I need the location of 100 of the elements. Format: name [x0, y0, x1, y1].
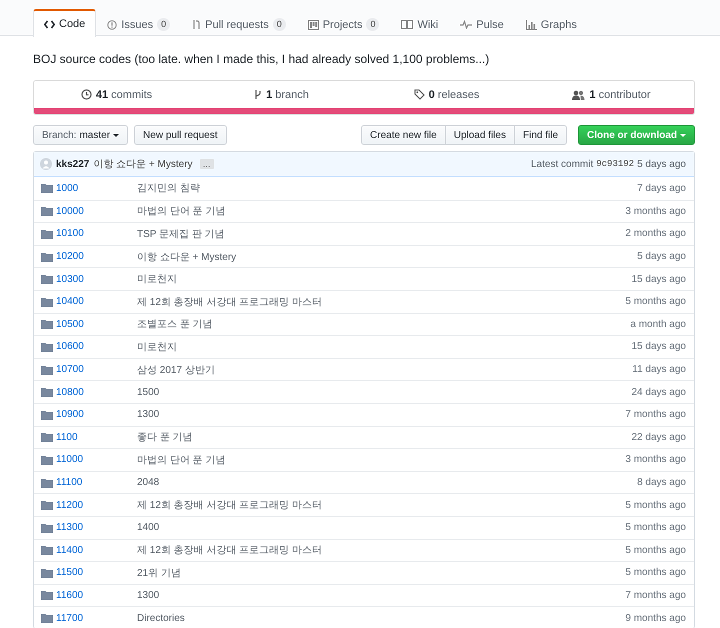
file-action-button[interactable]: Upload files [444, 125, 515, 145]
folder-link[interactable]: 10400 [56, 296, 84, 308]
file-age: 3 months ago [625, 206, 686, 217]
commit-message-link[interactable]: 1500 [137, 386, 632, 398]
folder-icon [41, 500, 53, 510]
branch-button[interactable]: Branch: master [33, 125, 128, 145]
folder-link[interactable]: 1100 [56, 432, 78, 443]
folder-link[interactable]: 10100 [56, 228, 84, 240]
count-badge: 0 [366, 18, 380, 31]
commit-message-link[interactable]: 1300 [137, 590, 626, 601]
folder-link[interactable]: 10700 [56, 364, 84, 376]
file-action-button[interactable]: Find file [514, 125, 567, 145]
file-age: 5 months ago [625, 544, 686, 556]
new-pull-request-button[interactable]: New pull request [134, 125, 227, 145]
commit-message-link[interactable]: 이항 쇼다운 + Mystery [137, 250, 638, 264]
repo-tab[interactable]: Pull requests 0 [181, 10, 297, 37]
folder-icon [41, 183, 53, 194]
file-action-button[interactable]: Create new file [361, 125, 446, 145]
folder-icon [41, 274, 53, 284]
repo-tab[interactable]: Graphs [514, 10, 588, 37]
folder-icon [41, 590, 53, 600]
folder-link[interactable]: 11200 [56, 500, 84, 511]
summary-link[interactable]: 0 releases [364, 88, 529, 100]
summary-link[interactable]: 41 commits [34, 88, 199, 100]
bar-chart-icon [526, 20, 537, 30]
commit-message[interactable]: 이항 쇼다운 + Mystery [93, 157, 193, 171]
folder-link[interactable]: 11500 [56, 567, 84, 578]
code-icon [44, 20, 55, 28]
caret-icon [680, 134, 686, 136]
file-age: 8 days ago [637, 477, 686, 488]
folder-icon [41, 206, 53, 216]
folder-link[interactable]: 10200 [56, 251, 84, 262]
commit-sha[interactable]: 9c93192 [596, 159, 634, 169]
folder-link[interactable]: 10800 [56, 386, 84, 398]
folder-icon [41, 613, 53, 624]
latest-commit-label: Latest commit [531, 158, 594, 170]
commit-message-link[interactable]: 제 12회 총장배 서강대 프로그래밍 마스터 [137, 294, 626, 309]
file-age: 5 months ago [625, 296, 686, 308]
commit-message-link[interactable]: Directories [137, 612, 626, 624]
commit-message-link[interactable]: 제 12회 총장배 서강대 프로그래밍 마스터 [137, 543, 626, 558]
folder-link[interactable]: 10300 [56, 274, 84, 285]
commit-message-link[interactable]: 김지민의 침략 [137, 181, 638, 196]
commit-message-link[interactable]: 미로천지 [137, 340, 632, 354]
summary-link[interactable]: 1 contributor [529, 88, 694, 100]
commit-message-link[interactable]: 삼성 2017 상반기 [137, 362, 632, 377]
repo-tab[interactable]: Code [33, 9, 96, 37]
folder-icon [41, 432, 53, 442]
file-age: 15 days ago [632, 274, 686, 285]
folder-icon [41, 252, 53, 262]
people-icon [572, 90, 586, 100]
folder-link[interactable]: 11100 [56, 477, 82, 488]
commit-message-link[interactable]: 21위 기념 [137, 566, 626, 580]
commit-message-link[interactable]: 조별포스 푼 기념 [137, 317, 630, 332]
caret-icon [113, 134, 120, 136]
folder-link[interactable]: 11400 [56, 544, 84, 556]
commit-message-link[interactable]: 제 12회 총장배 서강대 프로그래밍 마스터 [137, 498, 626, 512]
folder-icon [41, 478, 53, 488]
folder-icon [41, 364, 53, 375]
file-age: 7 days ago [637, 182, 686, 194]
commit-message-link[interactable]: 1300 [137, 409, 626, 420]
folder-link[interactable]: 11000 [56, 454, 84, 466]
commit-message-link[interactable]: 마법의 단어 푼 기념 [137, 204, 626, 218]
folder-icon [41, 342, 53, 352]
repo-tab[interactable]: Issues 0 [96, 10, 182, 37]
folder-icon [41, 454, 53, 465]
expand-button[interactable]: … [200, 159, 214, 169]
commit-age: 5 days ago [637, 158, 686, 170]
folder-icon [41, 228, 53, 239]
file-age: 5 months ago [625, 500, 686, 511]
summary-link[interactable]: 1 branch [199, 88, 364, 100]
book-icon [401, 20, 414, 29]
repo-tab[interactable]: Pulse [449, 10, 515, 37]
commit-author[interactable]: kks227 [56, 158, 90, 170]
count-badge: 0 [157, 18, 170, 31]
folder-link[interactable]: 11600 [56, 590, 84, 601]
file-age: 9 months ago [625, 612, 686, 624]
file-age: 15 days ago [632, 341, 686, 352]
folder-link[interactable]: 1000 [56, 182, 78, 194]
folder-link[interactable]: 10900 [56, 409, 84, 420]
folder-link[interactable]: 10000 [56, 206, 84, 217]
file-age: 2 months ago [625, 228, 686, 240]
file-age: 5 months ago [625, 567, 686, 578]
folder-link[interactable]: 10500 [56, 318, 84, 330]
board-icon [308, 20, 319, 30]
issue-icon [107, 20, 118, 30]
avatar-icon [40, 158, 52, 170]
repo-tab[interactable]: Wiki [390, 10, 450, 37]
folder-link[interactable]: 11700 [56, 612, 84, 624]
commit-message-link[interactable]: 미로천지 [137, 272, 632, 286]
folder-link[interactable]: 10600 [56, 341, 84, 352]
commit-message-link[interactable]: TSP 문제집 판 기념 [137, 226, 626, 241]
folder-icon [41, 387, 53, 398]
commit-message-link[interactable]: 좋다 푼 기념 [137, 430, 632, 444]
folder-icon [41, 296, 53, 307]
folder-link[interactable]: 11300 [56, 522, 84, 534]
commit-message-link[interactable]: 마법의 단어 푼 기념 [137, 452, 626, 467]
repo-tab[interactable]: Projects 0 [296, 10, 390, 37]
commit-message-link[interactable]: 2048 [137, 477, 638, 488]
commit-message-link[interactable]: 1400 [137, 522, 626, 534]
file-age: 24 days ago [632, 386, 686, 398]
